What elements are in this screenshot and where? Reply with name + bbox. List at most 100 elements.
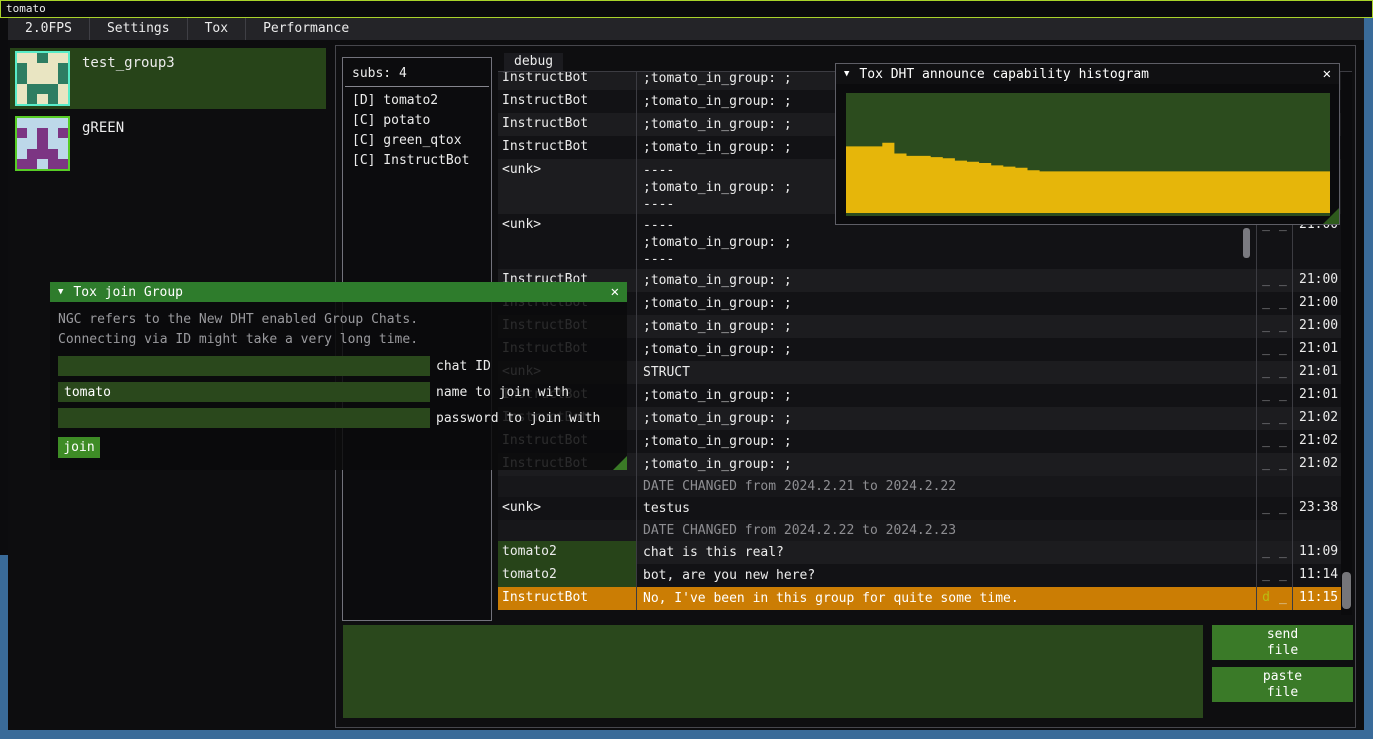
message-timestamp: 21:02 — [1292, 430, 1341, 453]
message-sender: InstructBot — [498, 587, 636, 610]
app-window: tomato 2.0FPSSettingsToxPerformance test… — [0, 0, 1373, 739]
field-label: chat ID — [436, 359, 491, 374]
window-frame-bottom — [0, 730, 1373, 739]
menu-item-performance[interactable]: Performance — [246, 18, 366, 40]
histogram-window-title: Tox DHT announce capability histogram — [859, 67, 1149, 82]
log-scrollbar[interactable] — [1341, 72, 1352, 615]
collapse-icon[interactable]: ▼ — [844, 69, 849, 79]
message-scrollbar-thumb[interactable] — [1243, 228, 1250, 258]
message-sender: InstructBot — [498, 113, 636, 136]
message-timestamp: 11:14 — [1292, 564, 1341, 587]
message-timestamp: 21:02 — [1292, 407, 1341, 430]
join-description-line: NGC refers to the New DHT enabled Group … — [58, 310, 619, 330]
histogram-plot — [846, 93, 1330, 216]
message-text: bot, are you new here? — [636, 564, 1256, 587]
message-timestamp: 21:00 — [1292, 269, 1341, 292]
message-flags: __ — [1256, 361, 1292, 384]
join-group-dialog: ▼ Tox join Group ✕ NGC refers to the New… — [50, 282, 627, 470]
message-text: ;tomato_in_group: ; — [636, 315, 1256, 338]
join-dialog-title: Tox join Group — [73, 285, 183, 300]
window-titlebar[interactable]: tomato — [0, 0, 1373, 18]
message-flags: __ — [1256, 564, 1292, 587]
message-sender: InstructBot — [498, 90, 636, 113]
send-file-button[interactable]: send file — [1212, 625, 1353, 660]
field-label: name to join with — [436, 385, 569, 400]
join-name-input[interactable] — [58, 382, 430, 402]
subs-count: subs: 4 — [343, 58, 491, 86]
message-timestamp: 21:01 — [1292, 384, 1341, 407]
message-timestamp: 11:15 — [1292, 587, 1341, 610]
message-text: ;tomato_in_group: ; — [636, 269, 1256, 292]
message-flags: __ — [1256, 292, 1292, 315]
histogram-bars — [846, 143, 1330, 213]
join-button[interactable]: join — [58, 437, 100, 458]
message-text: ;tomato_in_group: ; — [636, 292, 1256, 315]
paste-file-button[interactable]: paste file — [1212, 667, 1353, 702]
window-frame-left — [0, 555, 8, 739]
message-sender: <unk> — [498, 159, 636, 214]
message-text: chat is this real? — [636, 541, 1256, 564]
field-label: password to join with — [436, 411, 600, 426]
message-flags: __ — [1256, 430, 1292, 453]
chat-message-row[interactable]: InstructBotNo, I've been in this group f… — [498, 587, 1341, 610]
tab-debug[interactable]: debug — [504, 53, 563, 71]
message-flags: __ — [1256, 384, 1292, 407]
chat-message-row[interactable]: <unk>testus__23:38 — [498, 497, 1341, 520]
join-password-input[interactable] — [58, 408, 430, 428]
message-timestamp: 11:09 — [1292, 541, 1341, 564]
group-row-gREEN[interactable]: gREEN — [10, 113, 326, 174]
member-item[interactable]: [C] potato — [343, 111, 491, 131]
window-frame-right — [1364, 18, 1373, 739]
member-item[interactable]: [C] green_qtox — [343, 131, 491, 151]
histogram-window-titlebar[interactable]: ▼ Tox DHT announce capability histogram … — [836, 64, 1339, 84]
group-name: gREEN — [82, 120, 124, 136]
resize-grip-icon[interactable] — [1323, 208, 1339, 224]
menubar: 2.0FPSSettingsToxPerformance — [8, 18, 1364, 40]
message-text: ;tomato_in_group: ; — [636, 407, 1256, 430]
message-flags: __ — [1256, 453, 1292, 476]
message-sender: InstructBot — [498, 136, 636, 159]
menu-item-2-0fps[interactable]: 2.0FPS — [8, 18, 89, 40]
collapse-icon[interactable]: ▼ — [58, 287, 63, 297]
message-flags: __ — [1256, 338, 1292, 361]
join-dialog-body: NGC refers to the New DHT enabled Group … — [50, 302, 627, 470]
message-sender: tomato2 — [498, 564, 636, 587]
join-fields: chat ID name to join with password to join… — [58, 356, 619, 428]
message-sender: <unk> — [498, 497, 636, 520]
message-text: No, I've been in this group for quite so… — [636, 587, 1256, 610]
chat-message-row[interactable]: tomato2bot, are you new here?__11:14 — [498, 564, 1341, 587]
chat-message-row[interactable]: tomato2chat is this real?__11:09 — [498, 541, 1341, 564]
message-text: ;tomato_in_group: ; — [636, 384, 1256, 407]
member-item[interactable]: [D] tomato2 — [343, 91, 491, 111]
menu-item-tox[interactable]: Tox — [188, 18, 245, 40]
separator-text: DATE CHANGED from 2024.2.22 to 2024.2.23 — [636, 520, 1256, 541]
join-dialog-titlebar[interactable]: ▼ Tox join Group ✕ — [50, 282, 627, 302]
group-avatar — [15, 51, 70, 106]
message-input[interactable] — [343, 625, 1203, 718]
message-timestamp: 21:00 — [1292, 315, 1341, 338]
join-chat-id-input[interactable] — [58, 356, 430, 376]
menu-item-settings[interactable]: Settings — [90, 18, 187, 40]
join-description-line: Connecting via ID might take a very long… — [58, 330, 619, 350]
message-sender: <unk> — [498, 214, 636, 269]
message-sender: InstructBot — [498, 72, 636, 90]
close-icon[interactable]: ✕ — [1323, 66, 1331, 82]
message-sender: tomato2 — [498, 541, 636, 564]
message-flags: d_ — [1256, 587, 1292, 610]
group-row-test_group3[interactable]: test_group3 — [10, 48, 326, 109]
close-icon[interactable]: ✕ — [611, 284, 619, 300]
histogram-window: ▼ Tox DHT announce capability histogram … — [835, 63, 1340, 225]
message-text: ;tomato_in_group: ; — [636, 338, 1256, 361]
date-separator-row: DATE CHANGED from 2024.2.22 to 2024.2.23 — [498, 520, 1341, 541]
member-item[interactable]: [C] InstructBot — [343, 151, 491, 171]
resize-grip-icon[interactable] — [613, 456, 627, 470]
message-flags: __ — [1256, 315, 1292, 338]
message-flags: __ — [1256, 269, 1292, 292]
group-name: test_group3 — [82, 55, 175, 71]
message-timestamp: 23:38 — [1292, 497, 1341, 520]
message-timestamp: 21:01 — [1292, 338, 1341, 361]
log-scrollbar-thumb[interactable] — [1342, 572, 1351, 609]
window-title: tomato — [6, 2, 46, 15]
message-timestamp: 21:00 — [1292, 292, 1341, 315]
message-flags: __ — [1256, 407, 1292, 430]
